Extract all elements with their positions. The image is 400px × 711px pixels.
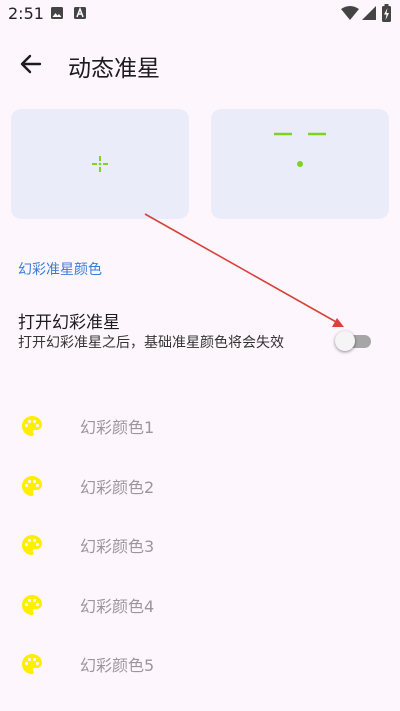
color-item-4[interactable]: 幻彩颜色4 — [0, 577, 400, 633]
crosshair-preview-2[interactable] — [211, 109, 389, 219]
color-item-label: 幻彩颜色3 — [80, 537, 155, 556]
color-item-label: 幻彩颜色5 — [80, 656, 155, 675]
palette-icon — [22, 476, 42, 496]
color-item-1[interactable]: 幻彩颜色1 — [0, 398, 400, 454]
rainbow-switch-toggle[interactable] — [335, 331, 371, 351]
status-time: 2:51 — [8, 4, 44, 23]
plus-crosshair-icon — [92, 156, 108, 172]
palette-icon — [22, 535, 42, 555]
battery-charging-icon — [382, 4, 391, 22]
status-bar: 2:51 — [0, 0, 400, 28]
color-item-label: 幻彩颜色4 — [80, 597, 155, 616]
color-item-label: 幻彩颜色1 — [80, 418, 155, 437]
color-item-5[interactable]: 幻彩颜色5 — [0, 636, 400, 692]
crosshair-preview-1[interactable] — [11, 109, 189, 219]
switch-thumb — [335, 331, 355, 351]
palette-icon — [22, 595, 42, 615]
cellular-signal-icon — [362, 6, 376, 20]
color-item-2[interactable]: 幻彩颜色2 — [0, 458, 400, 514]
a-notification-icon — [74, 6, 86, 19]
page-title: 动态准星 — [68, 56, 160, 82]
face-crosshair-icon — [274, 132, 326, 167]
wifi-icon — [341, 6, 359, 20]
palette-icon — [22, 416, 42, 436]
app-bar: 动态准星 — [0, 36, 400, 92]
rainbow-switch-description: 打开幻彩准星之后，基础准星颜色将会失效 — [18, 335, 284, 351]
section-header: 幻彩准星颜色 — [18, 262, 102, 278]
image-notification-icon — [51, 7, 63, 19]
back-arrow-icon[interactable] — [16, 50, 46, 78]
palette-icon — [22, 654, 42, 674]
color-item-3[interactable]: 幻彩颜色3 — [0, 517, 400, 573]
color-item-label: 幻彩颜色2 — [80, 478, 155, 497]
